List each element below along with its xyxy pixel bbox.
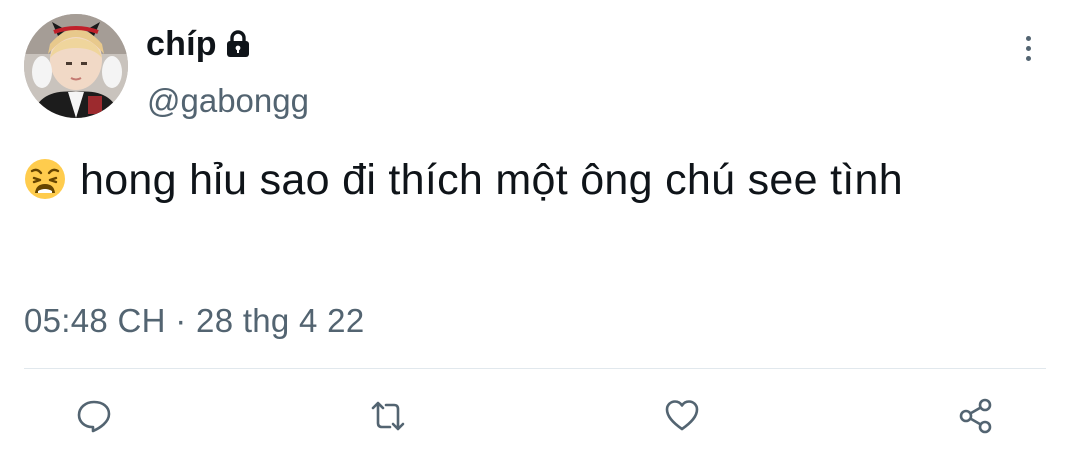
display-name[interactable]: chíp [146, 22, 251, 66]
tweet-text: hong hỉu sao đi thích một ông chú see tì… [24, 152, 1024, 208]
share-icon [959, 398, 992, 434]
more-dot [1025, 45, 1031, 51]
like-button[interactable] [662, 396, 702, 436]
lock-icon [225, 29, 251, 59]
reply-button[interactable] [74, 396, 114, 436]
share-button[interactable] [956, 396, 996, 436]
display-name-text: chíp [146, 24, 217, 63]
more-dot [1025, 55, 1031, 61]
avatar[interactable] [24, 14, 128, 118]
user-handle[interactable]: @gabongg [147, 82, 309, 120]
retweet-icon [371, 401, 405, 431]
retweet-button[interactable] [368, 396, 408, 436]
heart-icon [665, 400, 699, 431]
tweet-body: hong hỉu sao đi thích một ông chú see tì… [80, 156, 903, 204]
divider [24, 368, 1046, 369]
weary-face-emoji-icon [24, 158, 66, 200]
more-options-button[interactable] [1012, 28, 1044, 68]
more-dot [1025, 35, 1031, 41]
tweet-timestamp[interactable]: 05:48 CH · 28 thg 4 22 [24, 302, 364, 340]
reply-icon [77, 400, 111, 433]
